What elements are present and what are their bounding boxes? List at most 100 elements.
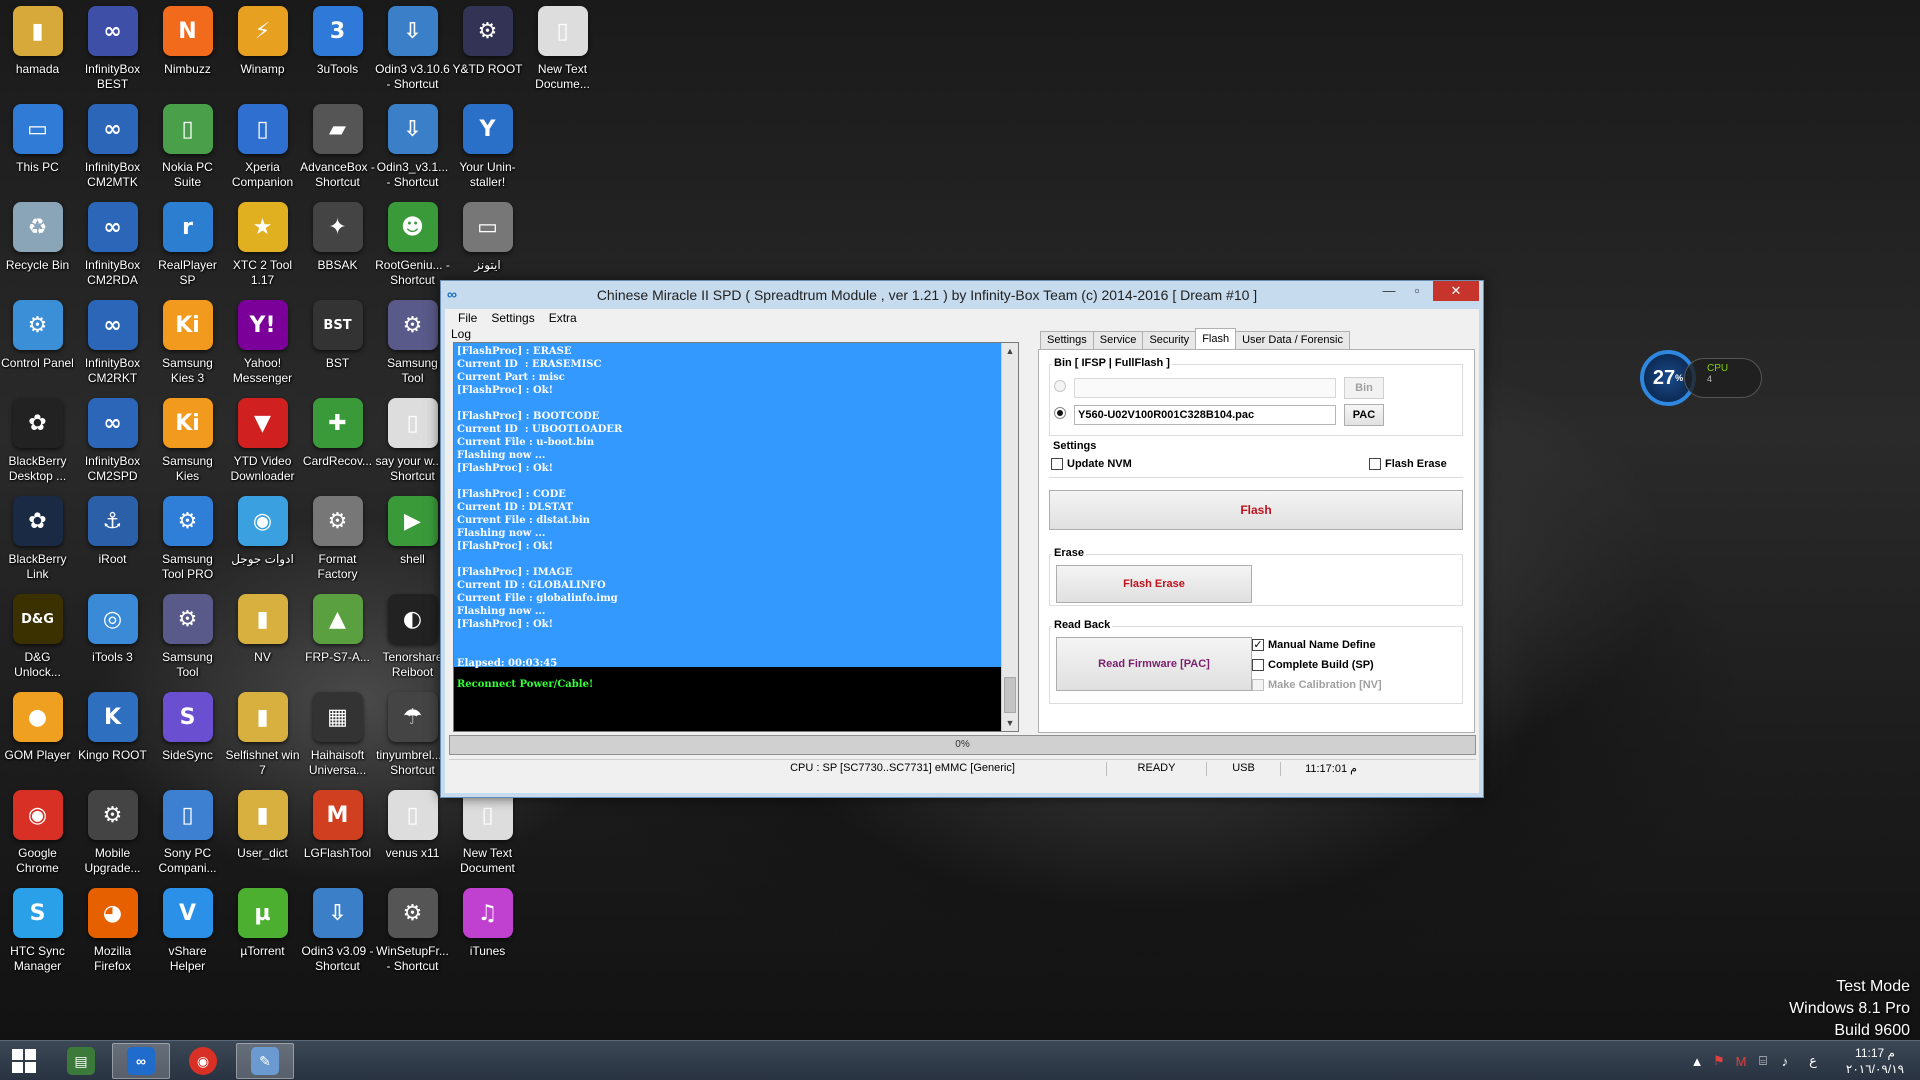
desktop-icon[interactable]: ▦ Haihaisoft Universa... [300, 686, 375, 784]
desktop-icon[interactable]: ● GOM Player [0, 686, 75, 784]
desktop-icon[interactable]: ▼ YTD Video Downloader [225, 392, 300, 490]
desktop-icon[interactable]: ⚙ Samsung Tool [375, 294, 450, 392]
desktop-icon[interactable]: ▯ New Text Document [450, 784, 525, 882]
desktop-icon[interactable]: ∞ InfinityBox BEST [75, 0, 150, 98]
tab-flash[interactable]: Flash [1195, 328, 1237, 349]
desktop-icon[interactable]: ▮ NV [225, 588, 300, 686]
desktop-icon[interactable]: ∞ InfinityBox CM2RDA [75, 196, 150, 294]
window-titlebar[interactable]: ∞ Chinese Miracle II SPD ( Spreadtrum Mo… [441, 281, 1483, 309]
desktop-icon[interactable]: Y Your Unin-staller! [450, 98, 525, 196]
taskbar-cm2-spd[interactable]: ∞ [112, 1043, 170, 1079]
tray-gmail-icon[interactable]: M [1730, 1054, 1752, 1069]
desktop-icon[interactable]: ▶ shell [375, 490, 450, 588]
desktop-icon[interactable]: ⚡ Winamp [225, 0, 300, 98]
desktop-icon[interactable]: M LGFlashTool [300, 784, 375, 882]
desktop-icon[interactable]: ⚙ Format Factory [300, 490, 375, 588]
pac-path-field[interactable]: Y560-U02V100R001C328B104.pac [1074, 405, 1336, 425]
menu-settings[interactable]: Settings [484, 309, 541, 327]
desktop-icon[interactable]: ▮ hamada [0, 0, 75, 98]
desktop-icon[interactable]: ▲ FRP-S7-A... [300, 588, 375, 686]
taskbar-chrome[interactable]: ◉ [174, 1043, 232, 1079]
desktop-icon[interactable]: ∞ InfinityBox CM2SPD [75, 392, 150, 490]
desktop-icon[interactable]: ◉ ادوات جوجل [225, 490, 300, 588]
pac-radio[interactable] [1054, 407, 1066, 419]
desktop-icon[interactable]: ☻ RootGeniu... - Shortcut [375, 196, 450, 294]
flash-erase-checkbox[interactable] [1369, 458, 1381, 470]
log-panel[interactable]: [FlashProc] : ERASE Current ID : ERASEMIS… [453, 342, 1019, 732]
desktop-icon[interactable]: ∞ InfinityBox CM2RKT [75, 294, 150, 392]
scroll-thumb[interactable] [1004, 677, 1016, 713]
cpu-meter-gadget[interactable]: 27% CPU 4 [1640, 350, 1762, 406]
menu-extra[interactable]: Extra [542, 309, 584, 327]
infinity-app-icon[interactable]: ∞ [447, 287, 467, 301]
menu-file[interactable]: File [451, 309, 484, 327]
desktop-icon[interactable]: ▯ Sony PC Compani... [150, 784, 225, 882]
taskbar-app-1[interactable]: ▤ [52, 1043, 110, 1079]
log-scrollbar[interactable]: ▲ ▼ [1001, 343, 1018, 731]
desktop-icon[interactable]: ⚙ Mobile Upgrade... [75, 784, 150, 882]
scroll-up-icon[interactable]: ▲ [1002, 343, 1018, 359]
scroll-down-icon[interactable]: ▼ [1002, 715, 1018, 731]
tab-security[interactable]: Security [1142, 331, 1197, 349]
desktop-icon[interactable]: ⚙ Samsung Tool [150, 588, 225, 686]
bin-path-field[interactable] [1074, 378, 1336, 398]
desktop-icon[interactable]: ▯ Nokia PC Suite [150, 98, 225, 196]
desktop-icon[interactable]: ⇩ Odin3 v3.09 - Shortcut [300, 882, 375, 980]
make-calibration-checkbox[interactable] [1252, 679, 1264, 691]
tab-settings[interactable]: Settings [1040, 331, 1094, 349]
desktop-icon[interactable]: ◐ Tenorshare Reiboot [375, 588, 450, 686]
desktop-icon[interactable]: ◎ iTools 3 [75, 588, 150, 686]
complete-build-checkbox[interactable] [1252, 659, 1264, 671]
desktop-icon[interactable]: ▯ venus x11 [375, 784, 450, 882]
desktop-icon[interactable]: Y! Yahoo! Messenger [225, 294, 300, 392]
tray-expand-icon[interactable]: ▲ [1686, 1054, 1708, 1069]
desktop-icon[interactable]: ⚙ Control Panel [0, 294, 75, 392]
desktop-icon[interactable]: ◕ Mozilla Firefox [75, 882, 150, 980]
desktop-icon[interactable]: ▯ Xperia Companion [225, 98, 300, 196]
desktop-icon[interactable]: ▯ say your w... - Shortcut [375, 392, 450, 490]
desktop-icon[interactable]: S SideSync [150, 686, 225, 784]
desktop-icon[interactable]: Ki Samsung Kies 3 [150, 294, 225, 392]
desktop-icon[interactable]: ♫ iTunes [450, 882, 525, 980]
close-button[interactable]: ✕ [1433, 281, 1479, 301]
desktop-icon[interactable]: ⇩ Odin3_v3.1... - Shortcut [375, 98, 450, 196]
pac-button[interactable]: PAC [1344, 404, 1384, 426]
flash-button[interactable]: Flash [1049, 490, 1463, 530]
tray-clock[interactable]: 11:17 م ٢٠١٦/٠٩/١٩ [1830, 1045, 1920, 1077]
desktop-icon[interactable]: µ µTorrent [225, 882, 300, 980]
tray-language[interactable]: ع [1796, 1053, 1830, 1069]
maximize-button[interactable]: ▫ [1403, 281, 1431, 301]
desktop-icon[interactable]: ⚙ Samsung Tool PRO [150, 490, 225, 588]
desktop-icon[interactable]: ▮ User_dict [225, 784, 300, 882]
desktop-icon[interactable]: ⇩ Odin3 v3.10.6 - Shortcut [375, 0, 450, 98]
desktop-icon[interactable]: ▮ Selfishnet win 7 [225, 686, 300, 784]
desktop-icon[interactable]: ⚙ WinSetupFr... - Shortcut [375, 882, 450, 980]
desktop-icon[interactable]: S HTC Sync Manager [0, 882, 75, 980]
bin-radio[interactable] [1054, 380, 1066, 392]
start-button[interactable] [0, 1041, 48, 1080]
desktop-icon[interactable]: ✦ BBSAK [300, 196, 375, 294]
tab-user-data-forensic[interactable]: User Data / Forensic [1235, 331, 1350, 349]
desktop-icon[interactable]: ⚙ Y&TD ROOT [450, 0, 525, 98]
desktop-icon[interactable]: ▰ AdvanceBox - Shortcut [300, 98, 375, 196]
tab-service[interactable]: Service [1092, 331, 1144, 349]
tray-network-icon[interactable]: ⌸ [1752, 1053, 1774, 1069]
desktop-icon[interactable]: ▭ This PC [0, 98, 75, 196]
desktop-icon[interactable]: ▯ New Text Docume... [525, 0, 600, 98]
desktop-icon[interactable]: r RealPlayer SP [150, 196, 225, 294]
update-nvm-checkbox[interactable] [1051, 458, 1063, 470]
desktop-icon[interactable]: ⚓ iRoot [75, 490, 150, 588]
tray-volume-icon[interactable]: ♪ [1774, 1054, 1796, 1069]
desktop-icon[interactable]: ∞ InfinityBox CM2MTK [75, 98, 150, 196]
minimize-button[interactable]: — [1375, 281, 1403, 301]
flash-erase-button[interactable]: Flash Erase [1056, 565, 1252, 603]
desktop-icon[interactable]: D&G D&G Unlock... [0, 588, 75, 686]
desktop-icon[interactable]: K Kingo ROOT [75, 686, 150, 784]
desktop-icon[interactable]: ✿ BlackBerry Link [0, 490, 75, 588]
desktop-icon[interactable]: N Nimbuzz [150, 0, 225, 98]
desktop-icon[interactable]: ♻ Recycle Bin [0, 196, 75, 294]
read-firmware-button[interactable]: Read Firmware [PAC] [1056, 637, 1252, 691]
taskbar-paint[interactable]: ✎ [236, 1043, 294, 1079]
desktop-icon[interactable]: ✿ BlackBerry Desktop ... [0, 392, 75, 490]
desktop-icon[interactable]: Ki Samsung Kies [150, 392, 225, 490]
